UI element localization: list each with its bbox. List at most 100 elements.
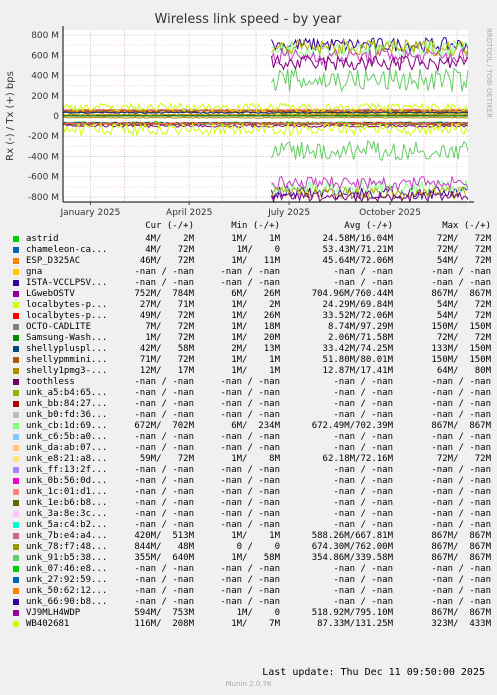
legend-min: -nan / -nan <box>220 443 280 453</box>
legend-swatch <box>13 313 19 319</box>
legend-cur: 7M/ 72M <box>145 322 194 332</box>
legend-swatch <box>13 357 19 363</box>
y-tick-label: 800 M <box>31 31 59 41</box>
legend-name: unk_da:ab:07... <box>26 443 108 453</box>
legend-swatch <box>13 390 19 396</box>
legend-min: -nan / -nan <box>220 432 280 442</box>
legend-avg: 8.74M/97.29M <box>327 322 393 332</box>
legend-cur: 59M/ 72M <box>139 454 194 464</box>
legend-swatch <box>13 467 19 473</box>
legend-cur: -nan / -nan <box>134 487 194 497</box>
legend-max: -nan / -nan <box>431 432 491 442</box>
legend-row: OCTO-CADLITE 7M/ 72M 1M/ 18M 8.74M/97.29M 15… <box>12 322 497 333</box>
legend-max: 867M/ 867M <box>431 289 491 299</box>
legend-row: astrid 4M/ 2M 1M/ 1M 24.58M/16.04M 72M/ 72M <box>12 234 497 245</box>
legend-cur: 27M/ 71M <box>139 300 194 310</box>
legend-avg: 62.18M/72.16M <box>322 454 393 464</box>
legend-max: -nan / -nan <box>431 498 491 508</box>
legend-swatch <box>13 456 19 462</box>
y-tick-label: 200 M <box>31 92 59 102</box>
legend-avg: 53.43M/71.21M <box>322 245 393 255</box>
legend-cur: -nan / -nan <box>134 278 194 288</box>
legend-swatch <box>13 379 19 385</box>
legend-swatch <box>13 368 19 374</box>
legend-cur: -nan / -nan <box>134 443 194 453</box>
header-avg: Avg (-/+) <box>344 221 393 231</box>
legend-row: Samsung-Wash... 1M/ 72M 1M/ 20M 2.06M/71.58… <box>12 333 497 344</box>
legend-cur: 46M/ 72M <box>139 256 194 266</box>
legend-swatch <box>13 621 19 627</box>
legend-row: unk_0b:56:0d... -nan / -nan -nan / -nan -na… <box>12 476 497 487</box>
legend-avg: 354.86M/339.58M <box>311 553 393 563</box>
legend-cur: 4M/ 72M <box>145 245 194 255</box>
legend-max: 54M/ 72M <box>436 300 491 310</box>
legend-cur: -nan / -nan <box>134 267 194 277</box>
legend-avg: 12.87M/17.41M <box>322 366 393 376</box>
legend-swatch <box>13 533 19 539</box>
watermark: RRDTOOL / TOBI OETIKER <box>485 28 493 118</box>
legend-min: -nan / -nan <box>220 597 280 607</box>
legend-name: LGwebOSTV <box>26 289 75 299</box>
legend-min: -nan / -nan <box>220 410 280 420</box>
legend-max: -nan / -nan <box>431 278 491 288</box>
legend-row: unk_a5:b4:65... -nan / -nan -nan / -nan -na… <box>12 388 497 399</box>
legend-avg: -nan / -nan <box>333 597 393 607</box>
legend-swatch <box>13 401 19 407</box>
legend-avg: -nan / -nan <box>333 586 393 596</box>
legend-cur: 752M/ 784M <box>134 289 194 299</box>
legend-swatch <box>13 478 19 484</box>
legend-row: unk_66:90:b8... -nan / -nan -nan / -nan -na… <box>12 597 497 608</box>
legend-avg: 45.64M/72.06M <box>322 256 393 266</box>
legend-avg: -nan / -nan <box>333 377 393 387</box>
legend-swatch <box>13 335 19 341</box>
legend-min: -nan / -nan <box>220 377 280 387</box>
legend-min: 1M/ 58M <box>231 553 280 563</box>
legend-max: -nan / -nan <box>431 465 491 475</box>
y-tick-label: -200 M <box>28 132 59 142</box>
legend-avg: -nan / -nan <box>333 520 393 530</box>
legend-name: Samsung-Wash... <box>26 333 108 343</box>
legend-max: -nan / -nan <box>431 388 491 398</box>
legend-avg: -nan / -nan <box>333 399 393 409</box>
legend-swatch <box>13 236 19 242</box>
legend-swatch <box>13 522 19 528</box>
legend-swatch <box>13 258 19 264</box>
legend-swatch <box>13 412 19 418</box>
legend-min: -nan / -nan <box>220 399 280 409</box>
plot-border <box>468 28 469 202</box>
legend-name: unk_50:62:12... <box>26 586 108 596</box>
legend-avg: 588.26M/667.81M <box>311 531 393 541</box>
legend-cur: 844M/ 48M <box>134 542 194 552</box>
x-tick-label: October 2025 <box>359 208 421 218</box>
legend-name: unk_78:f7:48... <box>26 542 108 552</box>
legend-cur: -nan / -nan <box>134 520 194 530</box>
legend-avg: -nan / -nan <box>333 443 393 453</box>
legend-max: 150M/ 150M <box>431 355 491 365</box>
legend-name: chameleon-ca... <box>26 245 108 255</box>
legend-min: 2M/ 13M <box>231 344 280 354</box>
legend-row: unk_50:62:12... -nan / -nan -nan / -nan -na… <box>12 586 497 597</box>
legend-name: shelly1pmg3-... <box>26 366 108 376</box>
legend-row: unk_ff:13:2f... -nan / -nan -nan / -nan -na… <box>12 465 497 476</box>
legend-name: ISTA-VCCLPSV... <box>26 278 108 288</box>
legend-avg: 674.30M/762.00M <box>311 542 393 552</box>
legend-max: -nan / -nan <box>431 509 491 519</box>
legend-min: 1M/ 18M <box>231 322 280 332</box>
legend-name: unk_e8:21:a8... <box>26 454 108 464</box>
legend-min: -nan / -nan <box>220 564 280 574</box>
legend-name: toothless <box>26 377 75 387</box>
legend-name: unk_66:90:b8... <box>26 597 108 607</box>
legend-max: -nan / -nan <box>431 564 491 574</box>
legend-avg: 518.92M/795.10M <box>311 608 393 618</box>
legend-row: unk_da:ab:07... -nan / -nan -nan / -nan -na… <box>12 443 497 454</box>
legend-max: 72M/ 72M <box>436 333 491 343</box>
legend-swatch <box>13 599 19 605</box>
legend-cur: 49M/ 72M <box>139 311 194 321</box>
legend-max: -nan / -nan <box>431 399 491 409</box>
legend-cur: 420M/ 513M <box>134 531 194 541</box>
legend-cur: 4M/ 2M <box>145 234 194 244</box>
legend-row: unk_5a:c4:b2... -nan / -nan -nan / -nan -na… <box>12 520 497 531</box>
legend-max: -nan / -nan <box>431 267 491 277</box>
legend-name: unk_a5:b4:65... <box>26 388 108 398</box>
legend-swatch <box>13 566 19 572</box>
